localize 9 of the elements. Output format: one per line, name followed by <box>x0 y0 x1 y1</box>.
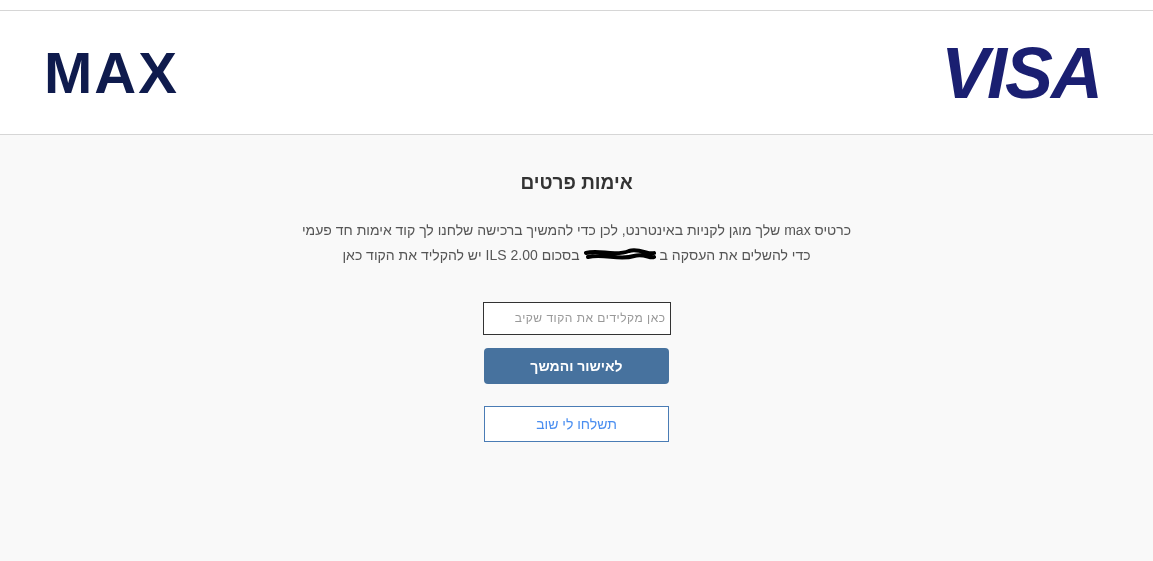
message-line: כדי להשלים את העסקה ב <box>659 245 811 265</box>
page-title: אימות פרטים <box>520 171 633 195</box>
message-line: כרטיס max שלך מוגן לקניות באינטרנט, לכן כדי להמשיך ברכישה שלחנו לך קוד אימות חד פעמי <box>301 220 852 240</box>
resend-button[interactable]: תשלחו לי שוב <box>484 405 669 442</box>
confirm-button[interactable]: לאישור והמשך <box>484 347 669 384</box>
visa-logo: VISA <box>940 36 1101 109</box>
code-input-field[interactable]: כאן מקלידים את הקוד שקיב <box>482 301 671 335</box>
message-line: בסכום 2.00 ILS יש להקליד את הקוד כאן <box>342 245 580 265</box>
max-logo: MAX <box>44 43 179 102</box>
